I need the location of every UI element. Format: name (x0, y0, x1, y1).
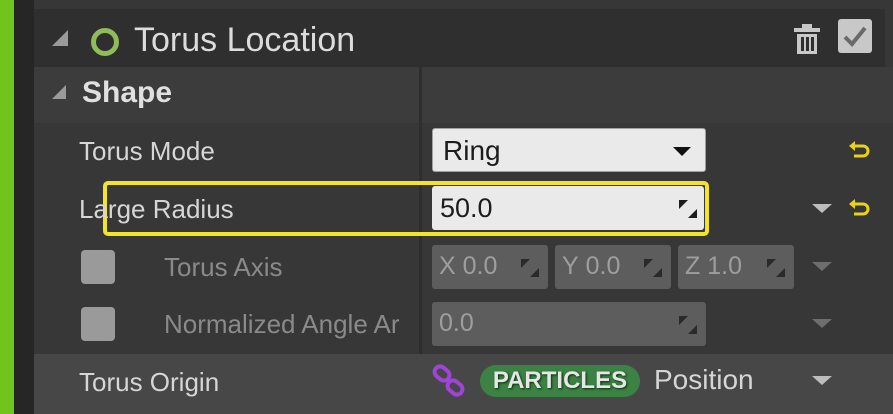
drag-handle-icon[interactable] (766, 258, 786, 278)
normalized-angle-label: Normalized Angle Ar (164, 309, 400, 339)
section-title: Shape (82, 76, 173, 109)
torus-mode-dropdown[interactable]: Ring (432, 128, 706, 172)
trash-icon[interactable] (792, 23, 822, 55)
collapse-arrow-icon[interactable] (52, 30, 68, 46)
torus-origin-value[interactable]: Position (654, 364, 754, 396)
emitter-accent-bar (0, 0, 14, 414)
drag-handle-icon[interactable] (678, 315, 698, 335)
large-radius-input[interactable]: 50.0 (432, 186, 704, 230)
reset-to-default-icon[interactable] (848, 197, 870, 219)
large-radius-value: 50.0 (440, 193, 493, 223)
torus-origin-label: Torus Origin (79, 367, 220, 397)
reset-to-default-icon[interactable] (848, 139, 870, 161)
chevron-down-icon[interactable] (812, 262, 832, 271)
enable-checkbox[interactable] (838, 19, 872, 53)
link-icon[interactable] (432, 364, 466, 398)
normalized-angle-value: 0.0 (439, 309, 474, 337)
torus-mode-value: Ring (443, 135, 501, 166)
axis-x-text: X 0.0 (439, 252, 498, 280)
normalized-angle-enable-checkbox[interactable] (81, 307, 115, 341)
torus-axis-enable-checkbox[interactable] (81, 250, 115, 284)
chevron-down-icon (673, 147, 691, 156)
namespace-text: PARTICLES (492, 367, 628, 394)
module-title: Torus Location (134, 21, 356, 59)
chevron-down-icon[interactable] (812, 204, 832, 213)
axis-z-text: Z 1.0 (685, 252, 742, 280)
drag-handle-icon[interactable] (678, 199, 698, 219)
torus-axis-x-input[interactable]: X 0.0 (432, 245, 548, 289)
ring-icon (91, 28, 119, 56)
shape-section-header[interactable]: Shape (34, 67, 893, 123)
left-gutter (14, 0, 34, 414)
namespace-pill[interactable]: PARTICLES (480, 365, 640, 397)
torus-axis-y-input[interactable]: Y 0.0 (555, 245, 671, 289)
module-header[interactable]: Torus Location (34, 9, 885, 67)
chevron-down-icon[interactable] (812, 319, 832, 328)
drag-handle-icon[interactable] (643, 258, 663, 278)
chevron-down-icon[interactable] (812, 376, 832, 385)
checkmark-icon (843, 26, 867, 47)
torus-mode-label: Torus Mode (79, 136, 215, 166)
large-radius-label: Large Radius (79, 194, 234, 224)
torus-axis-z-input[interactable]: Z 1.0 (678, 245, 794, 289)
drag-handle-icon[interactable] (520, 258, 540, 278)
collapse-arrow-icon[interactable] (52, 85, 66, 99)
torus-axis-label: Torus Axis (164, 252, 283, 282)
normalized-angle-input[interactable]: 0.0 (432, 302, 706, 346)
axis-y-text: Y 0.0 (562, 252, 621, 280)
